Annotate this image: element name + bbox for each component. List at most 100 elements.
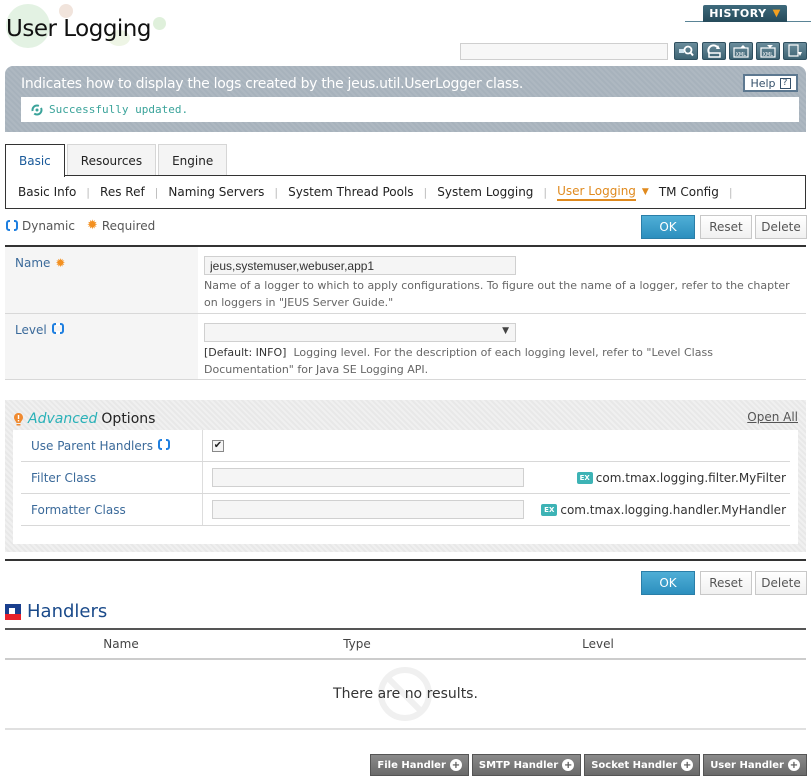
- filter-class-label: Filter Class: [21, 462, 203, 493]
- search-input[interactable]: [460, 43, 668, 60]
- add-socket-handler-button[interactable]: Socket Handler +: [584, 754, 701, 776]
- ok-button[interactable]: OK: [641, 571, 695, 595]
- add-icon: +: [788, 759, 800, 771]
- dynamic-icon: [157, 439, 170, 450]
- status-message-box: Successfully updated.: [21, 97, 799, 122]
- svg-text:XML: XML: [736, 52, 747, 58]
- level-cell: ▼ [Default: INFO] Logging level. For the…: [198, 314, 806, 379]
- form-row-level: Level ▼ [Default: INFO] Logging level. F…: [5, 314, 806, 380]
- use-parent-handlers-label-text: Use Parent Handlers: [31, 439, 153, 453]
- main-tabs: Basic Resources Engine: [5, 144, 229, 177]
- advanced-options-panel: Advanced Options Open All Use Parent Han…: [5, 400, 806, 552]
- ok-button[interactable]: OK: [641, 215, 695, 239]
- xml-import-icon: XML: [760, 45, 776, 58]
- subnav-system-logging[interactable]: System Logging: [437, 185, 533, 199]
- open-all-link[interactable]: Open All: [747, 410, 798, 424]
- xml-export-icon: XML: [733, 45, 749, 58]
- subnav-separator: |: [423, 185, 428, 199]
- refresh-icon: [707, 44, 721, 58]
- filter-class-input[interactable]: [212, 468, 524, 487]
- subnav-res-ref[interactable]: Res Ref: [100, 185, 145, 199]
- tab-basic[interactable]: Basic: [5, 144, 65, 177]
- formatter-class-cell: EX com.tmax.logging.handler.MyHandler: [203, 500, 790, 519]
- dropdown-triangle-icon[interactable]: ▼: [642, 187, 649, 197]
- filter-class-cell: EX com.tmax.logging.filter.MyFilter: [203, 468, 790, 487]
- formatter-class-row: Formatter Class EX com.tmax.logging.hand…: [21, 494, 790, 526]
- dynamic-icon: [6, 220, 18, 231]
- status-message: Successfully updated.: [49, 103, 189, 116]
- history-label: HISTORY: [709, 7, 767, 20]
- level-label: Level: [5, 314, 198, 379]
- add-user-handler-label: User Handler: [710, 759, 784, 771]
- description-panel: Indicates how to display the logs create…: [5, 66, 806, 132]
- subnav-separator: |: [154, 185, 159, 199]
- refresh-button[interactable]: [702, 42, 726, 60]
- handlers-title: Handlers: [27, 601, 108, 622]
- add-icon: +: [681, 759, 694, 771]
- subnav-basic-info[interactable]: Basic Info: [18, 185, 76, 199]
- column-header-type[interactable]: Type: [237, 637, 477, 651]
- example-icon: EX: [576, 471, 593, 484]
- section-divider: [5, 559, 806, 561]
- add-file-handler-button[interactable]: File Handler +: [370, 754, 469, 776]
- description-text: Indicates how to display the logs create…: [21, 76, 523, 92]
- help-label: Help: [750, 76, 776, 90]
- add-smtp-handler-button[interactable]: SMTP Handler +: [471, 754, 582, 776]
- legend-required-label: Required: [101, 218, 156, 233]
- add-user-handler-button[interactable]: User Handler +: [703, 754, 807, 776]
- subnav-user-logging[interactable]: User Logging: [557, 184, 636, 201]
- svg-text:XML: XML: [763, 52, 774, 58]
- use-parent-handlers-checkbox[interactable]: ✔: [212, 439, 224, 452]
- column-header-name[interactable]: Name: [5, 637, 237, 651]
- advanced-options-title: Advanced Options: [13, 411, 155, 427]
- use-parent-handlers-cell: ✔: [203, 439, 790, 452]
- basic-form: Name ✹ Name of a logger to which to appl…: [5, 245, 806, 380]
- level-select[interactable]: ▼: [204, 323, 516, 342]
- column-header-level[interactable]: Level: [477, 637, 719, 651]
- search-button[interactable]: [674, 42, 698, 60]
- use-parent-handlers-row: Use Parent Handlers ✔: [21, 430, 790, 462]
- delete-button[interactable]: Delete: [755, 215, 807, 239]
- formatter-class-label: Formatter Class: [21, 494, 203, 525]
- formatter-class-example-text: com.tmax.logging.handler.MyHandler: [560, 502, 786, 517]
- help-button[interactable]: Help ?: [743, 74, 798, 92]
- empty-message: There are no results.: [333, 686, 478, 702]
- form-row-name: Name ✹ Name of a logger to which to appl…: [5, 247, 806, 314]
- xml-import-button[interactable]: XML: [756, 42, 780, 60]
- sub-navigation: Basic Info | Res Ref | Naming Servers | …: [5, 175, 806, 209]
- formatter-class-input[interactable]: [212, 500, 524, 519]
- formatter-class-example: EX com.tmax.logging.handler.MyHandler: [541, 503, 786, 517]
- decoration-circle: [153, 17, 166, 30]
- add-file-handler-label: File Handler: [377, 759, 446, 771]
- search-icon: [679, 45, 694, 57]
- add-handler-buttons: File Handler + SMTP Handler + Socket Han…: [370, 754, 807, 776]
- xml-export-button[interactable]: XML: [729, 42, 753, 60]
- delete-button[interactable]: Delete: [755, 571, 807, 595]
- download-icon: [788, 44, 802, 57]
- level-default: [Default: INFO]: [204, 346, 287, 359]
- filter-class-example-text: com.tmax.logging.filter.MyFilter: [595, 470, 786, 485]
- advanced-title-italic: Advanced: [28, 411, 98, 427]
- subnav-naming-servers[interactable]: Naming Servers: [168, 185, 264, 199]
- tab-resources[interactable]: Resources: [66, 144, 157, 176]
- level-label-text: Level: [15, 323, 47, 337]
- name-label: Name ✹: [5, 247, 198, 313]
- name-input[interactable]: [204, 256, 516, 275]
- history-button[interactable]: HISTORY ▼: [703, 5, 787, 22]
- name-label-text: Name: [15, 256, 51, 270]
- reset-button[interactable]: Reset: [700, 215, 752, 239]
- section-icon: [5, 603, 21, 620]
- subnav-tm-config[interactable]: TM Config: [659, 185, 719, 199]
- example-icon: EX: [541, 503, 558, 516]
- dynamic-icon: [51, 323, 64, 334]
- subnav-separator: |: [543, 185, 548, 199]
- required-icon: ✹: [55, 256, 66, 270]
- question-icon: ?: [779, 77, 791, 89]
- handlers-heading: Handlers: [5, 601, 107, 622]
- subnav-separator: |: [86, 185, 91, 199]
- reset-button[interactable]: Reset: [700, 571, 752, 595]
- tab-engine[interactable]: Engine: [158, 144, 228, 176]
- subnav-system-thread-pools[interactable]: System Thread Pools: [288, 185, 413, 199]
- handlers-table-body: There are no results.: [5, 660, 806, 730]
- download-button[interactable]: [783, 42, 807, 60]
